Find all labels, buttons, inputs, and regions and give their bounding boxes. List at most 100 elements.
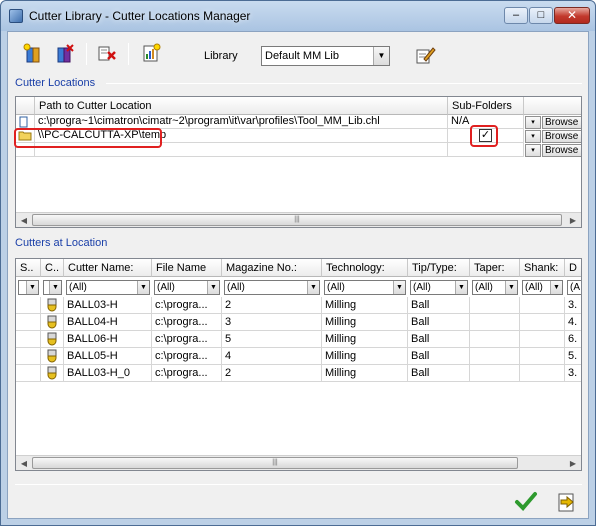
checkmark-icon <box>515 492 537 511</box>
shank-cell <box>520 331 565 348</box>
filter-c[interactable]: ▼ <box>43 280 62 295</box>
window-title: Cutter Library - Cutter Locations Manage… <box>29 9 251 23</box>
dialog-body: Library Default MM Lib ▼ Cutter Location… <box>7 31 589 519</box>
cutter-name-cell: BALL04-H <box>64 314 152 331</box>
filter-s[interactable]: ▼ <box>18 280 39 295</box>
file-icon <box>19 116 28 128</box>
location-path-cell[interactable]: c:\progra~1\cimatron\cimatr~2\program\it… <box>35 115 448 129</box>
tip-type-cell: Ball <box>408 348 470 365</box>
library-select[interactable]: Default MM Lib ▼ <box>261 46 390 66</box>
highlight-annotation <box>14 128 162 148</box>
filter-d[interactable]: (A <box>567 280 581 295</box>
horizontal-scrollbar[interactable]: ◀ ||| ▶ <box>16 212 581 227</box>
column-header-s[interactable]: S.. <box>16 259 41 277</box>
taper-cell <box>470 348 520 365</box>
shank-cell <box>520 365 565 382</box>
magazine-cell: 2 <box>222 297 322 314</box>
column-header-taper[interactable]: Taper: <box>470 259 520 277</box>
report-button[interactable] <box>140 42 164 66</box>
column-header-shank[interactable]: Shank: <box>520 259 565 277</box>
scrollbar-thumb[interactable]: ||| <box>32 214 562 226</box>
dialog-window: Cutter Library - Cutter Locations Manage… <box>0 0 596 526</box>
column-header-file-name[interactable]: File Name <box>152 259 222 277</box>
add-location-button[interactable] <box>21 42 45 66</box>
column-header-d[interactable]: D <box>565 259 581 277</box>
row-dropdown-button[interactable]: ▾ <box>525 130 541 143</box>
footer-divider <box>15 484 582 485</box>
horizontal-scrollbar[interactable]: ◀ ||| ▶ <box>16 455 581 470</box>
library-label: Library <box>204 50 238 62</box>
row-dropdown-button[interactable]: ▾ <box>525 144 541 157</box>
remove-icon <box>98 46 116 61</box>
d-cell: 6. <box>565 331 581 348</box>
chevron-down-icon: ▼ <box>393 281 405 294</box>
ball-cutter-icon <box>47 349 57 363</box>
chevron-down-icon: ▼ <box>26 281 38 294</box>
scroll-right-icon[interactable]: ▶ <box>565 456 581 470</box>
cutter-name-cell: BALL03-H <box>64 297 152 314</box>
d-cell: 3. <box>565 297 581 314</box>
exit-button[interactable] <box>553 490 581 516</box>
cutter-locations-grid: Path to Cutter Location Sub-Folders c:\p… <box>15 96 582 228</box>
magazine-cell: 3 <box>222 314 322 331</box>
chevron-down-icon: ▼ <box>455 281 467 294</box>
taper-cell <box>470 297 520 314</box>
technology-cell: Milling <box>322 331 408 348</box>
highlight-annotation <box>470 125 498 147</box>
column-header-technology[interactable]: Technology: <box>322 259 408 277</box>
scroll-right-icon[interactable]: ▶ <box>565 213 581 227</box>
close-button[interactable]: ✕ <box>554 7 590 24</box>
delete-location-button[interactable] <box>53 42 77 66</box>
remove-button[interactable] <box>96 42 120 66</box>
cutter-icon-cell <box>41 331 64 348</box>
browse-button[interactable]: Browse <box>542 116 581 129</box>
edit-library-button[interactable] <box>414 44 438 68</box>
tip-type-cell: Ball <box>408 365 470 382</box>
browse-button[interactable]: Browse <box>542 144 581 157</box>
scrollbar-thumb[interactable]: ||| <box>32 457 518 469</box>
filter-technology[interactable]: (All) ▼ <box>324 280 406 295</box>
minimize-button[interactable]: – <box>504 7 528 24</box>
cutter-locations-title: Cutter Locations <box>15 77 96 89</box>
scroll-left-icon[interactable]: ◀ <box>16 456 32 470</box>
status-cell <box>16 331 41 348</box>
column-header-blank <box>524 97 581 115</box>
chevron-down-icon: ▼ <box>550 281 562 294</box>
column-header-subfolders[interactable]: Sub-Folders <box>448 97 524 115</box>
status-cell <box>16 297 41 314</box>
row-dropdown-button[interactable]: ▾ <box>525 116 541 129</box>
chevron-down-icon: ▼ <box>207 281 219 294</box>
taper-cell <box>470 314 520 331</box>
filter-cutter-name[interactable]: (All) ▼ <box>66 280 150 295</box>
column-header-c[interactable]: C.. <box>41 259 64 277</box>
column-header-tip-type[interactable]: Tip/Type: <box>408 259 470 277</box>
magazine-cell: 5 <box>222 331 322 348</box>
column-header-path[interactable]: Path to Cutter Location <box>35 97 448 115</box>
browse-button[interactable]: Browse <box>542 130 581 143</box>
scroll-left-icon[interactable]: ◀ <box>16 213 32 227</box>
maximize-button[interactable]: □ <box>529 7 553 24</box>
row-selector[interactable] <box>16 115 35 129</box>
cutter-icon-cell <box>41 297 64 314</box>
file-name-cell: c:\progra... <box>152 348 222 365</box>
filter-taper[interactable]: (All) ▼ <box>472 280 518 295</box>
filter-tip-type[interactable]: (All) ▼ <box>410 280 468 295</box>
group-divider <box>106 83 582 84</box>
ok-button[interactable] <box>513 490 541 516</box>
cutter-name-cell: BALL05-H <box>64 348 152 365</box>
filter-magazine[interactable]: (All) ▼ <box>224 280 320 295</box>
cutters-at-location-title: Cutters at Location <box>15 237 108 249</box>
tip-type-cell: Ball <box>408 297 470 314</box>
tip-type-cell: Ball <box>408 314 470 331</box>
chevron-down-icon: ▼ <box>307 281 319 294</box>
row-header-corner <box>16 97 35 115</box>
filter-shank[interactable]: (All) ▼ <box>522 280 563 295</box>
status-cell <box>16 348 41 365</box>
column-header-magazine[interactable]: Magazine No.: <box>222 259 322 277</box>
add-location-icon <box>23 43 40 63</box>
title-bar[interactable]: Cutter Library - Cutter Locations Manage… <box>1 1 595 31</box>
status-cell <box>16 365 41 382</box>
file-name-cell: c:\progra... <box>152 297 222 314</box>
filter-file-name[interactable]: (All) ▼ <box>154 280 220 295</box>
column-header-cutter-name[interactable]: Cutter Name: <box>64 259 152 277</box>
